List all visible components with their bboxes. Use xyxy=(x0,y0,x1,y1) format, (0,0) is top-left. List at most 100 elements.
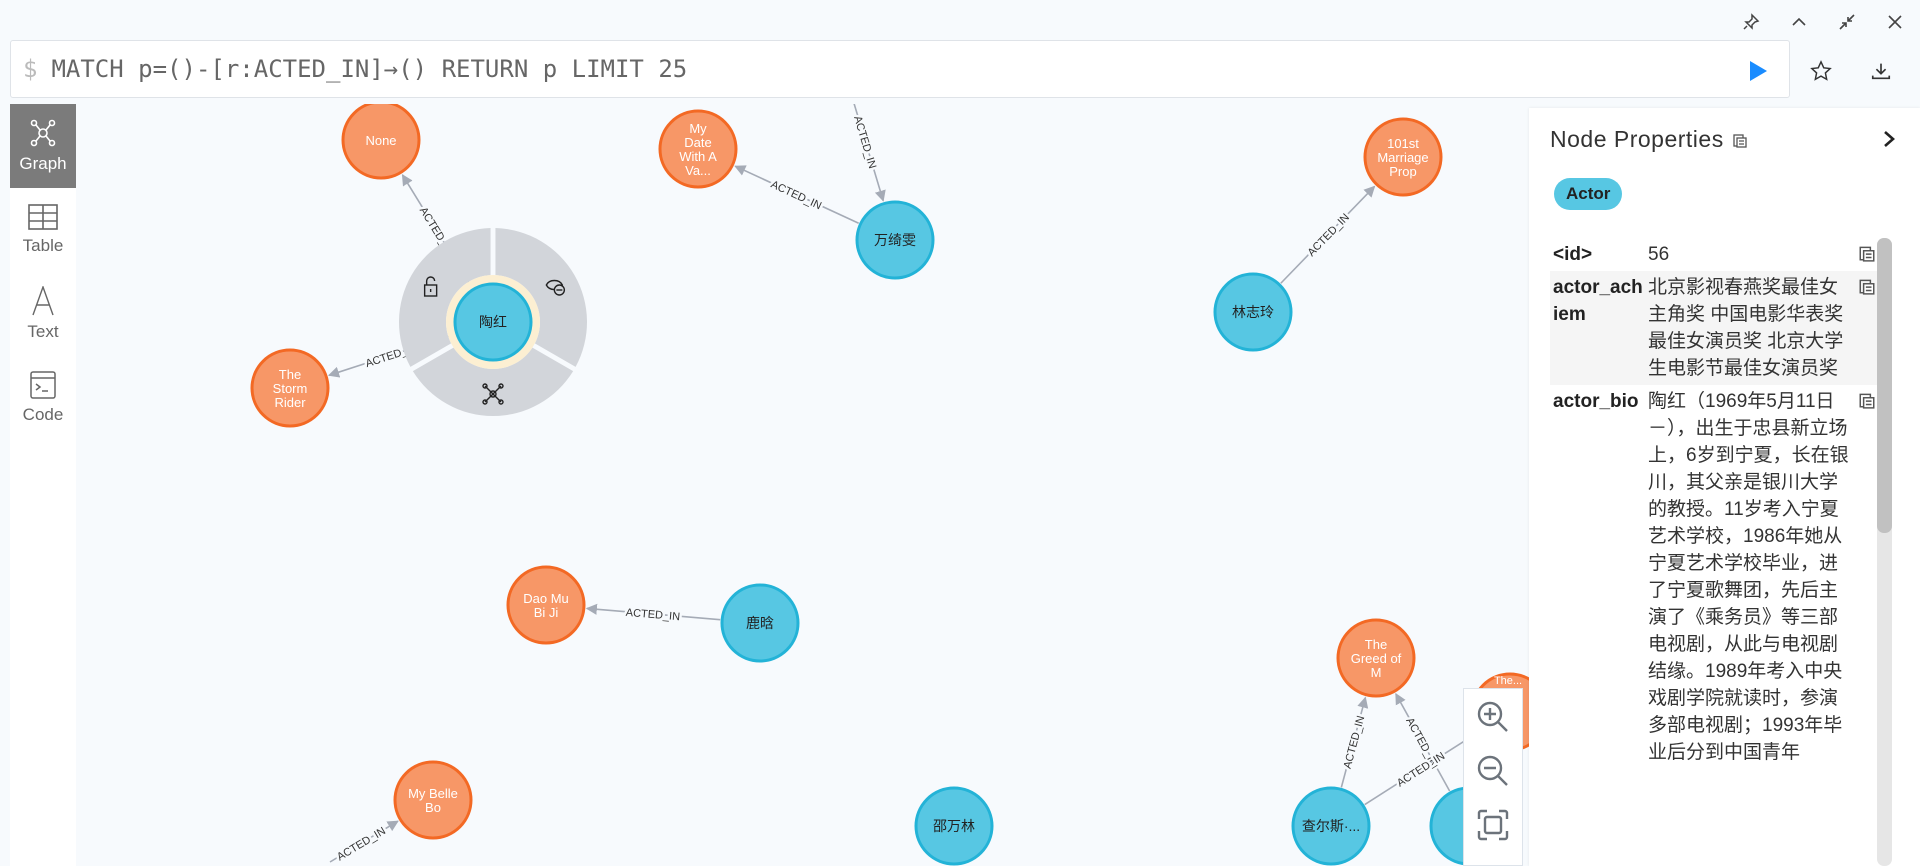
node-caption: Marriage xyxy=(1377,150,1428,165)
scrollbar-thumb[interactable] xyxy=(1877,238,1892,534)
movie-node[interactable]: My BelleBo xyxy=(393,760,473,840)
sidebar-item-text[interactable]: Text xyxy=(10,272,76,356)
edge-label: ACTED_IN xyxy=(851,115,878,171)
actor-node[interactable]: 林志玲 xyxy=(1213,272,1293,352)
node-caption: Dao Mu xyxy=(523,591,569,606)
table-icon xyxy=(28,204,58,230)
node-caption: M xyxy=(1371,665,1382,680)
node-caption: Bo xyxy=(425,800,441,815)
code-icon xyxy=(30,371,56,399)
property-row: <id> 56 xyxy=(1550,238,1877,271)
sidebar-item-graph[interactable]: Graph xyxy=(10,104,76,188)
copy-icon[interactable] xyxy=(1858,391,1876,409)
sidebar-item-table[interactable]: Table xyxy=(10,188,76,272)
actor-node[interactable]: 鹿晗 xyxy=(720,583,800,663)
panel-title-text: Node Properties xyxy=(1550,126,1724,152)
run-query-button[interactable] xyxy=(1742,56,1772,86)
node-caption: Storm xyxy=(273,381,308,396)
zoom-controls xyxy=(1463,688,1523,866)
pin-icon[interactable] xyxy=(1737,8,1765,36)
properties-table: <id> 56 actor_achiem 北京影视春燕奖最佳女主角奖 中国电影华… xyxy=(1550,238,1877,769)
sidebar-item-label: Text xyxy=(27,322,59,341)
node-caption: 查尔斯·... xyxy=(1302,818,1360,834)
movie-node[interactable]: TheGreed ofM xyxy=(1336,618,1416,698)
node-caption: My Belle xyxy=(408,786,458,801)
relationship-edge[interactable]: ACTED_IN xyxy=(1280,185,1376,284)
properties-scrollbar[interactable] xyxy=(1877,238,1892,866)
query-text[interactable]: MATCH p=()-[r:ACTED_IN]→() RETURN p LIMI… xyxy=(51,55,687,83)
node-caption: None xyxy=(365,133,396,148)
property-value: 56 xyxy=(1648,244,1670,265)
node-properties-panel: Node Properties Actor <id> 56 actor_achi… xyxy=(1529,108,1920,866)
relationship-edge[interactable]: ACTED_IN xyxy=(329,820,399,866)
collapse-panel-button[interactable] xyxy=(1874,124,1904,154)
relationship-edge[interactable]: ACTED_IN xyxy=(1339,696,1370,788)
view-sidebar: Graph Table Text Code xyxy=(10,104,76,866)
window-toolbar xyxy=(0,0,1920,40)
edge-label: ACTED_IN xyxy=(335,825,388,863)
actor-node[interactable]: 邵万林 xyxy=(914,786,994,866)
edge-label: ACTED_IN xyxy=(769,179,823,213)
node-caption: With A xyxy=(679,149,717,164)
relationship-edge[interactable]: ACTED_IN xyxy=(585,603,721,626)
movie-node[interactable]: 101stMarriageProp xyxy=(1363,117,1443,197)
sidebar-item-label: Table xyxy=(22,236,64,255)
node-caption: Bi Ji xyxy=(534,605,559,620)
movie-node[interactable]: MyDateWith AVa... xyxy=(658,109,738,189)
chevron-up-icon[interactable] xyxy=(1785,8,1813,36)
favorite-star-button[interactable] xyxy=(1806,56,1836,86)
relationship-edge[interactable]: ACTED_IN xyxy=(734,165,860,224)
zoom-out-icon[interactable] xyxy=(1473,751,1513,791)
property-row: actor_bio 陶红（1969年5月11日－），出生于忠县新立场上，6岁到宁… xyxy=(1550,385,1877,769)
actor-node[interactable]: 查尔斯·... xyxy=(1291,786,1371,866)
copy-icon[interactable] xyxy=(1732,132,1748,148)
graph-icon xyxy=(30,119,56,147)
node-caption: 林志玲 xyxy=(1232,304,1274,320)
node-caption: 万绮雯 xyxy=(874,232,916,248)
node-caption: The... xyxy=(1494,675,1522,687)
edge-label: ACTED_IN xyxy=(1305,211,1351,258)
node-caption: 陶红 xyxy=(479,314,507,330)
relationship-edge[interactable]: ACTED_IN xyxy=(849,104,886,202)
node-caption: Date xyxy=(684,135,711,150)
edge-label: ACTED_IN xyxy=(1342,714,1368,770)
copy-icon[interactable] xyxy=(1858,277,1876,295)
text-icon xyxy=(32,286,54,316)
property-key: actor_achiem xyxy=(1553,277,1643,325)
download-button[interactable] xyxy=(1866,56,1896,86)
node-caption: Rider xyxy=(274,395,306,410)
node-caption: Greed of xyxy=(1351,651,1402,666)
sidebar-item-label: Graph xyxy=(19,154,67,173)
property-key: actor_bio xyxy=(1553,391,1639,412)
sidebar-item-label: Code xyxy=(22,405,64,424)
copy-icon[interactable] xyxy=(1858,244,1876,262)
panel-title: Node Properties xyxy=(1550,126,1748,153)
sidebar-item-code[interactable]: Code xyxy=(10,356,76,440)
edge-label: ACTED_IN xyxy=(625,607,680,624)
node-caption: Va... xyxy=(685,163,711,178)
actor-node[interactable]: 陶红 xyxy=(453,282,533,362)
node-caption: 101st xyxy=(1387,136,1419,151)
shrink-icon[interactable] xyxy=(1833,8,1861,36)
node-caption: 邵万林 xyxy=(933,818,975,834)
movie-node[interactable]: TheStormRider xyxy=(250,348,330,428)
movie-node[interactable]: None xyxy=(341,104,421,180)
property-value: 北京影视春燕奖最佳女主角奖 中国电影华表奖最佳女演员奖 北京大学生电影节最佳女演… xyxy=(1648,277,1844,379)
node-caption: My xyxy=(689,121,707,136)
chevron-right-icon xyxy=(1884,131,1895,147)
node-caption: 鹿晗 xyxy=(746,615,774,631)
query-editor[interactable]: $ MATCH p=()-[r:ACTED_IN]→() RETURN p LI… xyxy=(10,40,1790,98)
node-caption: The xyxy=(279,367,301,382)
label-badge-actor[interactable]: Actor xyxy=(1554,178,1623,210)
close-icon[interactable] xyxy=(1881,8,1909,36)
node-caption: The xyxy=(1365,637,1387,652)
fit-icon[interactable] xyxy=(1473,805,1513,845)
property-key: <id> xyxy=(1553,244,1593,265)
zoom-in-icon[interactable] xyxy=(1473,697,1513,737)
property-row: actor_achiem 北京影视春燕奖最佳女主角奖 中国电影华表奖最佳女演员奖… xyxy=(1550,271,1877,385)
query-prompt: $ xyxy=(23,55,38,83)
property-value: 陶红（1969年5月11日－），出生于忠县新立场上，6岁到宁夏，长在银川，其父亲… xyxy=(1648,391,1849,763)
actor-node[interactable]: 万绮雯 xyxy=(855,200,935,280)
node-caption: Prop xyxy=(1389,164,1416,179)
movie-node[interactable]: Dao MuBi Ji xyxy=(506,565,586,645)
